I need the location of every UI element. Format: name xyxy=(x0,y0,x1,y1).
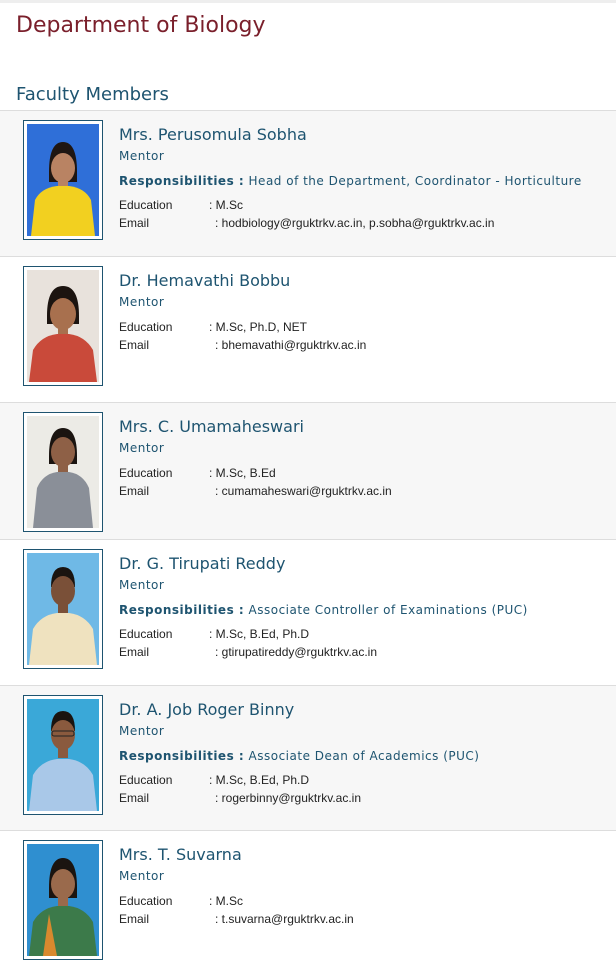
faculty-role: Mentor xyxy=(119,724,165,738)
faculty-photo-frame xyxy=(23,266,103,386)
email-value[interactable]: : hodbiology@rguktrkv.ac.in, p.sobha@rgu… xyxy=(215,214,494,232)
faculty-info: Mrs. T. Suvarna Mentor Education : M.Sc E… xyxy=(119,845,616,928)
faculty-photo xyxy=(27,699,99,811)
faculty-photo-frame xyxy=(23,412,103,532)
email-label: Email xyxy=(119,791,150,805)
faculty-role: Mentor xyxy=(119,578,165,592)
education-row: Education : M.Sc xyxy=(119,892,616,910)
email-value[interactable]: : bhemavathi@rguktrkv.ac.in xyxy=(215,336,366,354)
section-title: Faculty Members xyxy=(16,84,169,105)
education-value: : M.Sc, B.Ed xyxy=(209,466,276,480)
email-value[interactable]: : t.suvarna@rguktrkv.ac.in xyxy=(215,910,354,928)
email-label: Email xyxy=(119,484,150,498)
email-row: Email : rogerbinny@rguktrkv.ac.in xyxy=(119,789,616,807)
education-label: Education xyxy=(119,466,173,480)
faculty-card: Dr. G. Tirupati Reddy Mentor Responsibil… xyxy=(0,539,616,685)
email-row: Email : t.suvarna@rguktrkv.ac.in xyxy=(119,910,616,928)
responsibilities-label: Responsibilities : xyxy=(119,749,245,763)
education-label: Education xyxy=(119,198,173,212)
faculty-name: Dr. Hemavathi Bobbu xyxy=(119,271,291,290)
education-label: Education xyxy=(119,894,173,908)
responsibilities-value: Head of the Department, Coordinator - Ho… xyxy=(248,174,582,188)
faculty-photo xyxy=(27,553,99,665)
education-value: : M.Sc, Ph.D, NET xyxy=(209,320,308,334)
education-row: Education : M.Sc, B.Ed, Ph.D xyxy=(119,625,616,643)
email-label: Email xyxy=(119,216,150,230)
responsibilities-value: Associate Controller of Examinations (PU… xyxy=(248,603,528,617)
faculty-name: Mrs. Perusomula Sobha xyxy=(119,125,307,144)
faculty-card: Dr. A. Job Roger Binny Mentor Responsibi… xyxy=(0,685,616,830)
email-value[interactable]: : cumamaheswari@rguktrkv.ac.in xyxy=(215,482,392,500)
faculty-photo-frame xyxy=(23,120,103,240)
education-value: : M.Sc, B.Ed, Ph.D xyxy=(209,627,310,641)
email-label: Email xyxy=(119,338,150,352)
faculty-info: Dr. A. Job Roger Binny Mentor Responsibi… xyxy=(119,700,616,807)
faculty-card: Mrs. Perusomula Sobha Mentor Responsibil… xyxy=(0,110,616,256)
email-row: Email : hodbiology@rguktrkv.ac.in, p.sobh… xyxy=(119,214,616,232)
education-value: : M.Sc, B.Ed, Ph.D xyxy=(209,773,310,787)
faculty-info: Dr. Hemavathi Bobbu Mentor Education : M.… xyxy=(119,271,616,354)
top-border xyxy=(0,0,616,3)
faculty-name: Mrs. C. Umamaheswari xyxy=(119,417,304,436)
responsibilities-label: Responsibilities : xyxy=(119,603,245,617)
faculty-responsibilities: Responsibilities : Associate Controller … xyxy=(119,602,616,618)
faculty-info: Mrs. Perusomula Sobha Mentor Responsibil… xyxy=(119,125,616,232)
email-value[interactable]: : rogerbinny@rguktrkv.ac.in xyxy=(215,789,361,807)
education-label: Education xyxy=(119,320,173,334)
faculty-responsibilities: Responsibilities : Head of the Departmen… xyxy=(119,173,616,189)
faculty-card: Mrs. T. Suvarna Mentor Education : M.Sc E… xyxy=(0,830,616,976)
faculty-photo xyxy=(27,844,99,956)
faculty-photo xyxy=(27,416,99,528)
faculty-photo-frame xyxy=(23,695,103,815)
faculty-photo xyxy=(27,270,99,382)
faculty-info: Dr. G. Tirupati Reddy Mentor Responsibil… xyxy=(119,554,616,661)
email-label: Email xyxy=(119,912,150,926)
education-label: Education xyxy=(119,627,173,641)
faculty-name: Dr. G. Tirupati Reddy xyxy=(119,554,286,573)
faculty-name: Dr. A. Job Roger Binny xyxy=(119,700,295,719)
email-label: Email xyxy=(119,645,150,659)
faculty-role: Mentor xyxy=(119,149,165,163)
faculty-list: Mrs. Perusomula Sobha Mentor Responsibil… xyxy=(0,110,616,976)
faculty-name: Mrs. T. Suvarna xyxy=(119,845,242,864)
faculty-role: Mentor xyxy=(119,441,165,455)
faculty-card: Mrs. C. Umamaheswari Mentor Education : M… xyxy=(0,402,616,539)
page-title: Department of Biology xyxy=(16,13,266,38)
education-row: Education : M.Sc, B.Ed, Ph.D xyxy=(119,771,616,789)
faculty-responsibilities: Responsibilities : Associate Dean of Aca… xyxy=(119,748,616,764)
education-row: Education : M.Sc, Ph.D, NET xyxy=(119,318,616,336)
email-row: Email : bhemavathi@rguktrkv.ac.in xyxy=(119,336,616,354)
faculty-card: Dr. Hemavathi Bobbu Mentor Education : M.… xyxy=(0,256,616,402)
education-row: Education : M.Sc, B.Ed xyxy=(119,464,616,482)
faculty-photo-frame xyxy=(23,840,103,960)
faculty-photo xyxy=(27,124,99,236)
faculty-photo-frame xyxy=(23,549,103,669)
email-row: Email : gtirupatireddy@rguktrkv.ac.in xyxy=(119,643,616,661)
responsibilities-label: Responsibilities : xyxy=(119,174,245,188)
education-value: : M.Sc xyxy=(209,894,244,908)
education-label: Education xyxy=(119,773,173,787)
faculty-role: Mentor xyxy=(119,869,165,883)
education-value: : M.Sc xyxy=(209,198,244,212)
email-value[interactable]: : gtirupatireddy@rguktrkv.ac.in xyxy=(215,643,377,661)
responsibilities-value: Associate Dean of Academics (PUC) xyxy=(248,749,480,763)
faculty-info: Mrs. C. Umamaheswari Mentor Education : M… xyxy=(119,417,616,500)
email-row: Email : cumamaheswari@rguktrkv.ac.in xyxy=(119,482,616,500)
education-row: Education : M.Sc xyxy=(119,196,616,214)
faculty-role: Mentor xyxy=(119,295,165,309)
